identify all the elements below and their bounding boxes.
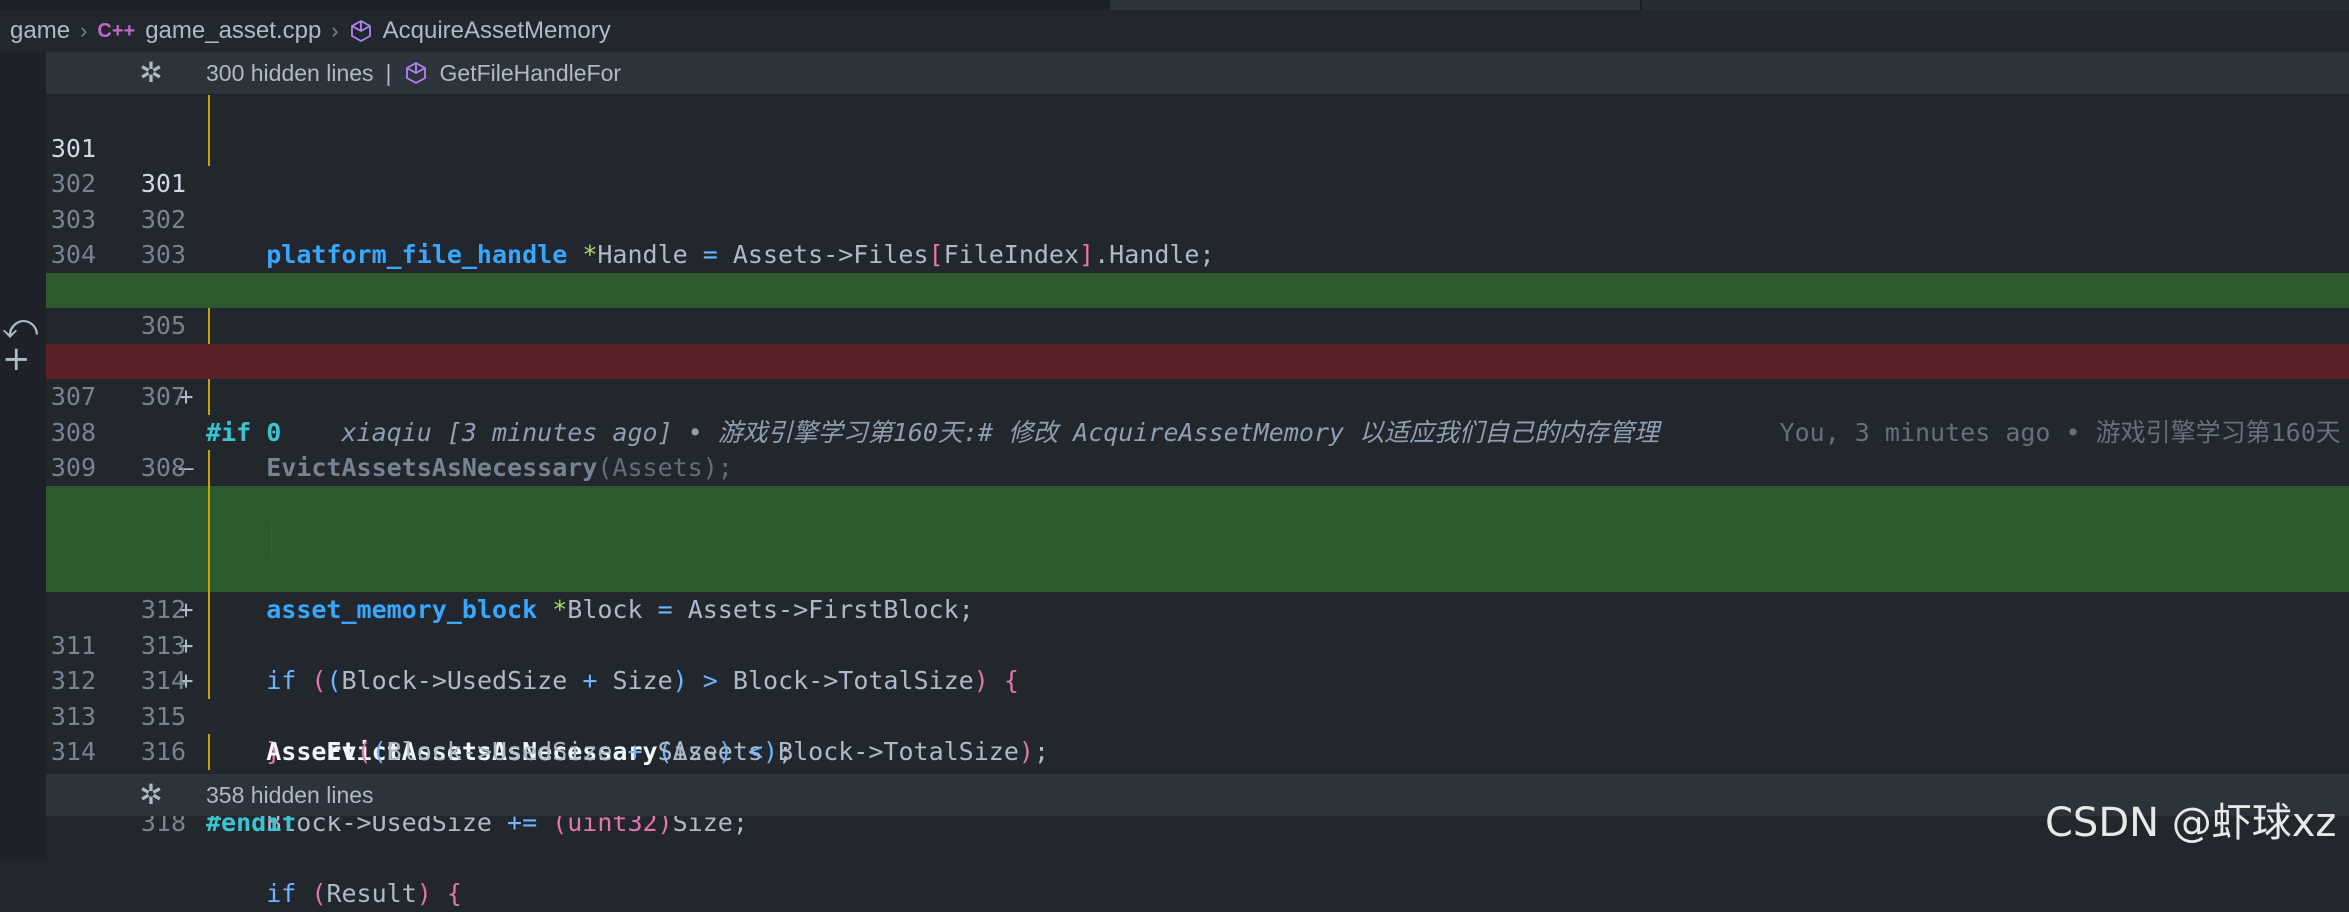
hidden-lines-label: 300 hidden lines — [206, 59, 374, 86]
separator: | — [385, 59, 392, 86]
code-line[interactable]: 306 307 EvictAssetsAsNecessary(Assets); — [46, 308, 2349, 482]
unfold-icon[interactable]: ✲ — [136, 780, 166, 810]
code-line[interactable]: 312 315 void *Result = (uint8 *)(Block +… — [46, 627, 2349, 802]
breadcrumb-symbol[interactable]: AcquireAssetMemory — [383, 17, 611, 45]
code-line-deleted[interactable]: 307 — #if 0 — [46, 343, 2349, 518]
code-line[interactable]: 305 305 inline void *AcquireAssetMemory(… — [46, 237, 2349, 376]
chevron-right-icon: › — [80, 18, 88, 43]
folded-region[interactable]: ✲ 358 hidden lines — [46, 774, 2349, 816]
code-line[interactable]: 311 314 Assert((Block->UsedSize + Size) … — [46, 592, 2349, 766]
code-line[interactable]: 303 303 } — [46, 166, 2349, 305]
scope-guide — [208, 130, 210, 166]
scope-guide — [208, 556, 210, 592]
fold-symbol-label[interactable]: GetFileHandleFor — [440, 60, 622, 87]
scope-guide — [208, 450, 210, 486]
scope-guide — [208, 485, 210, 521]
symbol-method-icon — [350, 19, 371, 43]
code-line[interactable]: 308 308 void *Result = Platform.Allocate… — [46, 379, 2349, 553]
scope-guide — [208, 627, 210, 663]
scope-guide — [208, 379, 210, 415]
breadcrumb-file[interactable]: game_asset.cpp — [145, 17, 321, 45]
scope-guide — [208, 308, 210, 344]
tab-strip-segment — [1642, 0, 2349, 10]
code-line[interactable]: 315 318 if (Result) { — [46, 734, 2349, 908]
code-text: if (Result) { — [266, 879, 462, 908]
code-line-added[interactable]: 312 + EvictAssetsAsNecessary(Assets); — [46, 521, 2349, 766]
top-tab-strip — [0, 0, 2349, 10]
code-line[interactable]: 302 302 return Handle; — [46, 130, 2349, 305]
code-line[interactable]: 313 316 Block->UsedSize += (uint32)Size; — [46, 663, 2349, 837]
stage-change-icon[interactable]: + — [2, 342, 31, 376]
code-line-added[interactable]: 311 + if ((Block->UsedSize + Size) > Blo… — [46, 485, 2349, 695]
cpp-file-icon: C++ — [97, 19, 136, 42]
tab-strip-segment — [1110, 0, 1640, 10]
code-line[interactable]: 309 309 #else — [46, 415, 2349, 553]
code-line[interactable]: 314 317 #endif — [46, 699, 2349, 837]
code-line[interactable]: 304 304 — [46, 202, 2349, 305]
left-gutter: ⤺ + — [0, 52, 46, 859]
scope-guide — [208, 95, 210, 131]
breadcrumb-root[interactable]: game — [10, 17, 70, 45]
symbol-method-icon — [405, 61, 426, 85]
code-line-added[interactable]: 313 + } — [46, 556, 2349, 766]
scope-guide — [208, 521, 210, 557]
scope-guide — [208, 734, 210, 770]
code-line[interactable]: 301 301 platform_file_handle *Handle = A… — [46, 95, 2349, 269]
hidden-lines-label: 358 hidden lines — [206, 781, 374, 808]
unfold-icon[interactable]: ✲ — [136, 58, 166, 88]
chevron-right-icon: › — [331, 18, 339, 43]
breadcrumb: game › C++ game_asset.cpp › AcquireAsset… — [0, 10, 2349, 52]
code-line-added[interactable]: 306 + #if 0 xiaqiu [3 minutes ago] • 游戏引… — [46, 272, 2349, 447]
scope-guide — [208, 592, 210, 628]
indent-guide — [271, 521, 272, 557]
scope-guide — [208, 663, 210, 699]
watermark: CSDN @虾球xz — [2045, 800, 2337, 846]
code-line[interactable]: 310 310 asset_memory_block *Block = Asse… — [46, 450, 2349, 624]
folded-region[interactable]: ✲ 300 hidden lines | GetFileHandleFor — [46, 52, 2349, 94]
